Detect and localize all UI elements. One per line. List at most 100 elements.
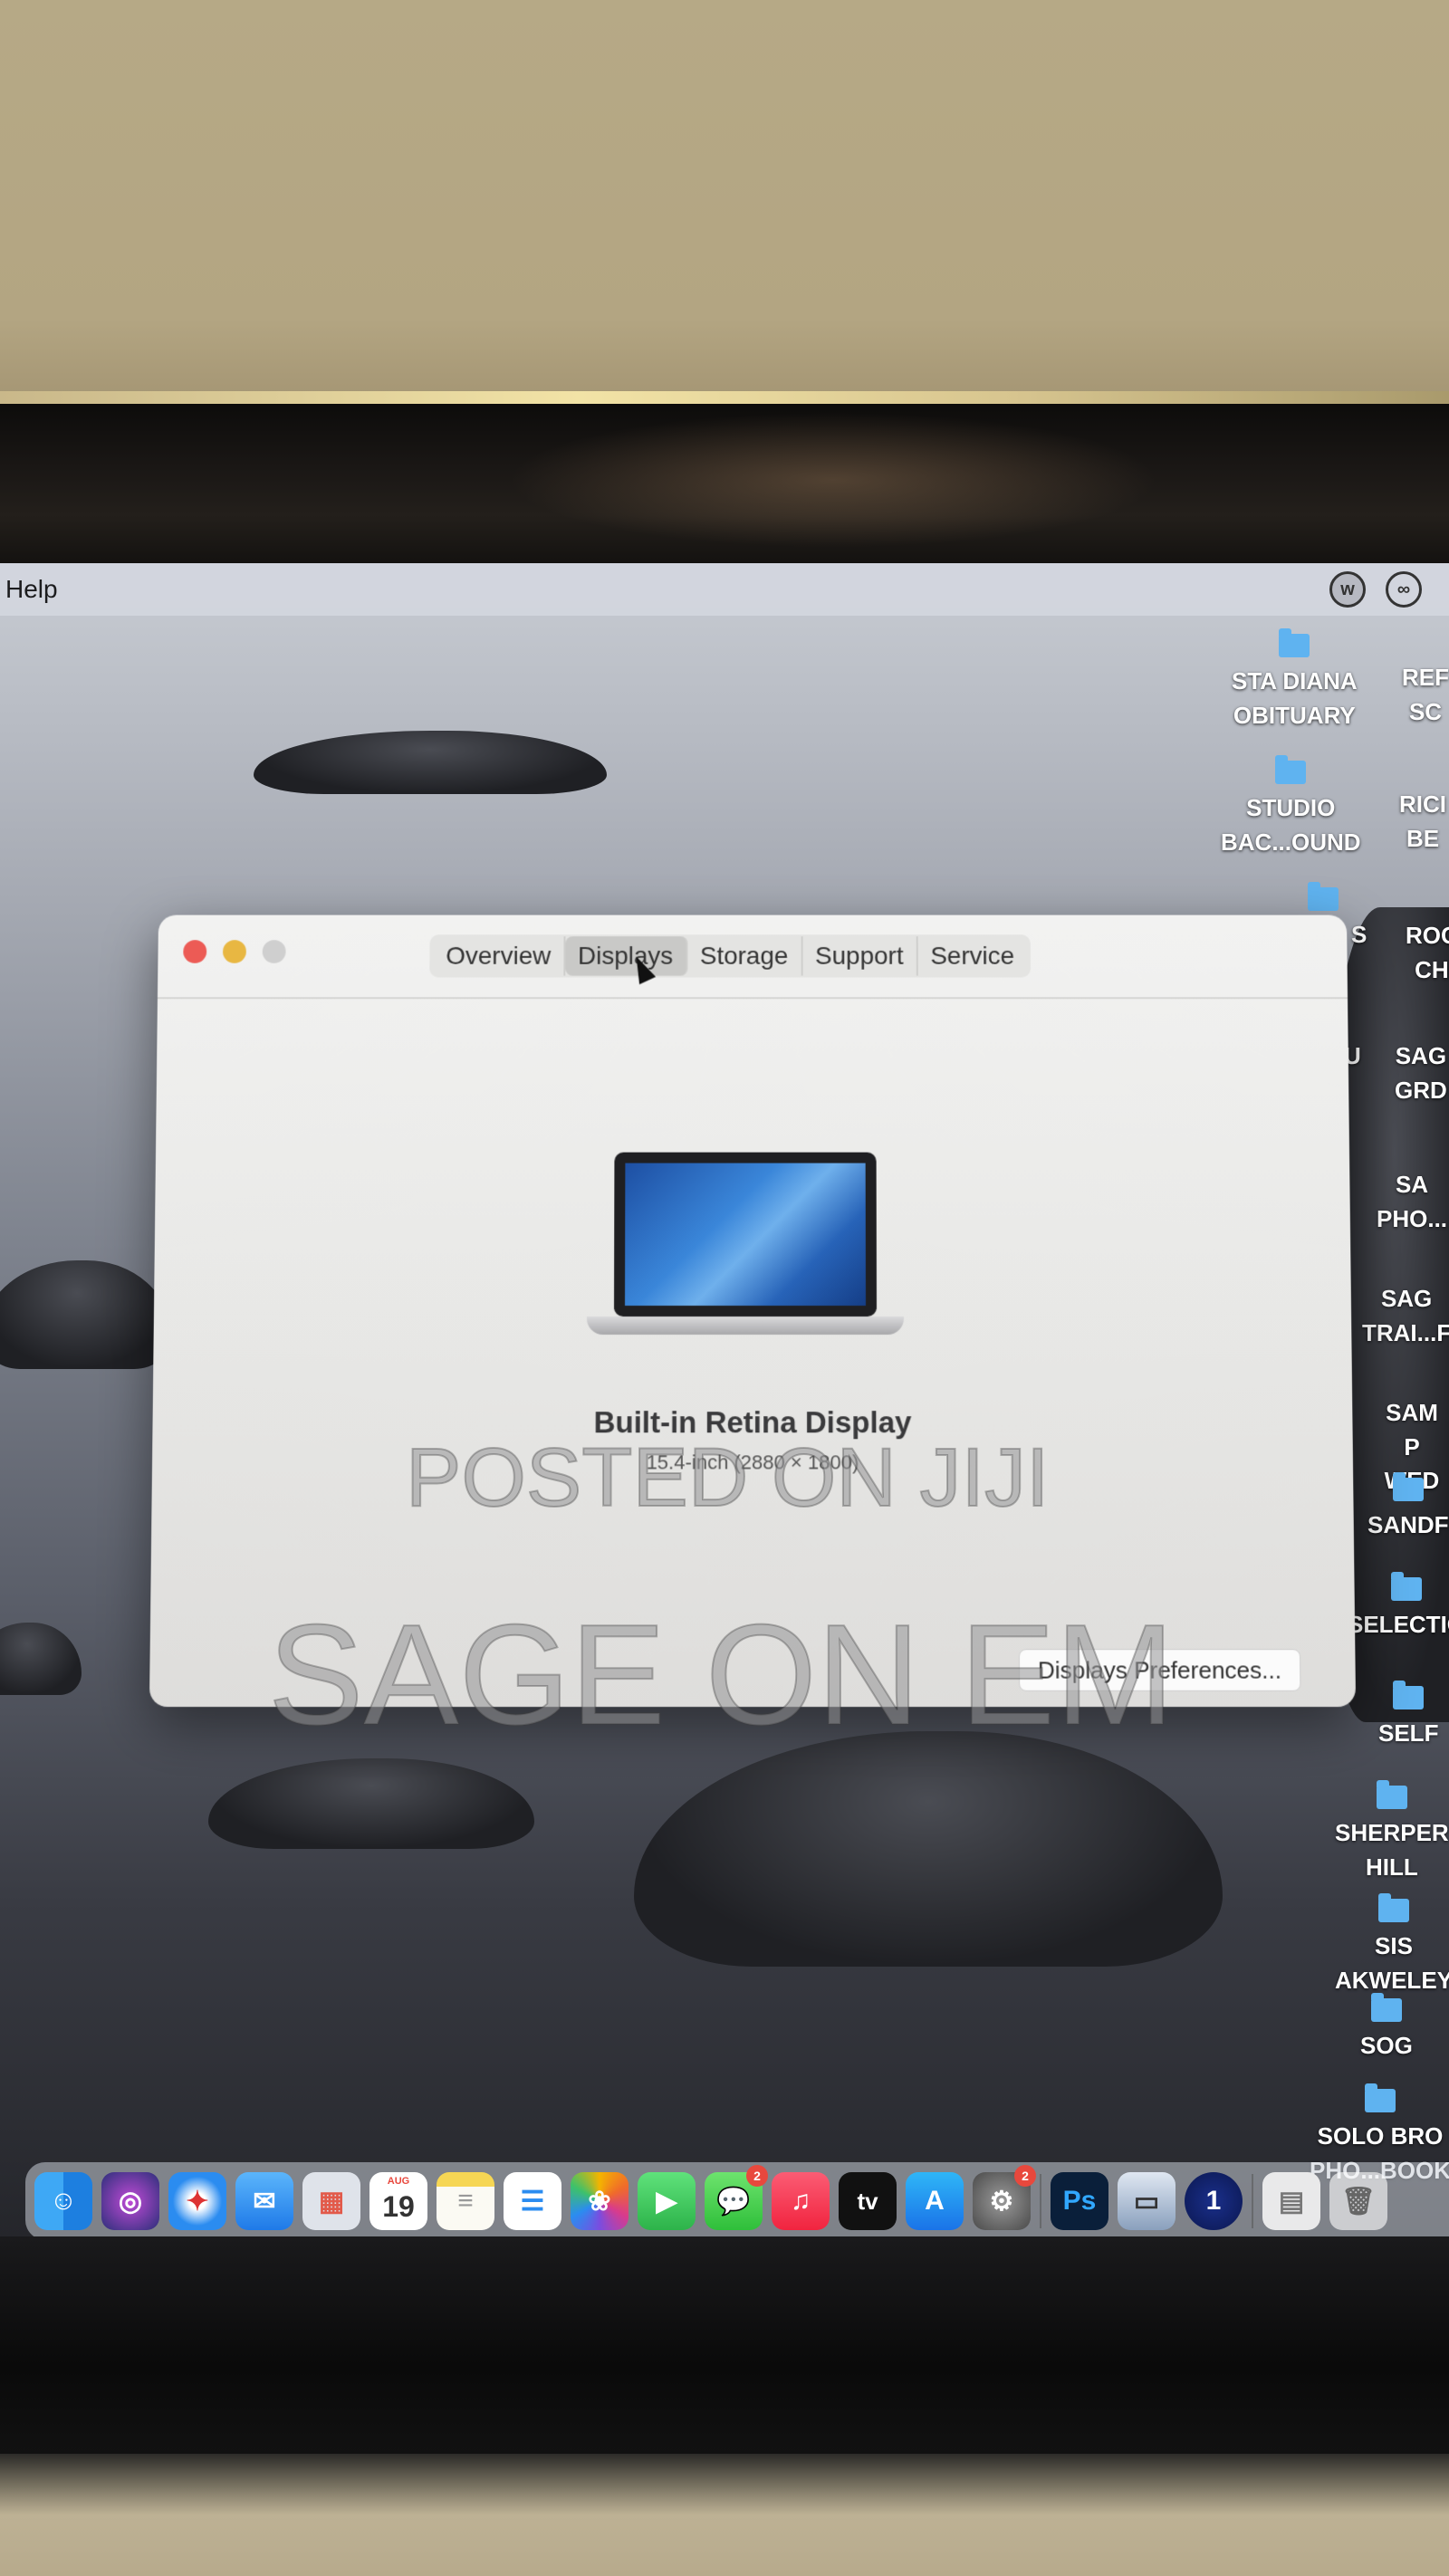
wallpaper-rock [0, 1623, 82, 1695]
tab-storage[interactable]: Storage [687, 936, 802, 975]
folder-icon [1393, 1478, 1424, 1501]
wallpaper-rock [208, 1758, 534, 1849]
desktop-folder[interactable]: SIS AKWELEY [1335, 1899, 1449, 1997]
laptop-lid-edge [0, 391, 1449, 404]
folder-icon [1377, 1786, 1407, 1809]
reminders-icon[interactable]: ☰ [504, 2172, 561, 2230]
wallpaper-rock [254, 731, 607, 794]
laptop-wallpaper [625, 1164, 866, 1306]
laptop-lid [614, 1153, 877, 1317]
tab-displays[interactable]: Displays [565, 936, 687, 975]
menu-help[interactable]: Help [5, 575, 58, 604]
trash-icon[interactable]: 🗑 [1329, 2172, 1387, 2230]
notes-icon[interactable]: ≡ [437, 2172, 494, 2230]
finder-icon[interactable]: ☺ [34, 2172, 92, 2230]
folder-label: S [1351, 918, 1367, 953]
folder-label: SAG TRAI...F [1362, 1282, 1449, 1350]
laptop-base [587, 1317, 904, 1335]
folder-icon [1378, 1899, 1409, 1922]
launchpad-icon[interactable]: ▦ [302, 2172, 360, 2230]
folder-label: SELF [1378, 1717, 1438, 1751]
watermark-sage-on-em: SAGE ON EM [268, 1594, 1175, 1757]
macbook-illustration [587, 1153, 904, 1346]
folder-icon [1279, 634, 1310, 657]
desktop-folder[interactable]: SHERPER HILL [1335, 1786, 1449, 1884]
siri-icon[interactable]: ◎ [101, 2172, 159, 2230]
close-button[interactable] [183, 940, 206, 963]
settings-badge: 2 [1014, 2165, 1036, 2187]
folder-label: SAG GRD [1395, 1039, 1447, 1107]
creative-cloud-icon[interactable]: ∞ [1386, 571, 1422, 608]
tab-service[interactable]: Service [917, 936, 1027, 975]
menu-bar: Help w ∞ [0, 563, 1449, 616]
menu-status-area: w ∞ [1329, 563, 1449, 616]
onepassword-label: 1 [1206, 2186, 1222, 2217]
window-titlebar: Overview Displays Storage Support Servic… [158, 915, 1348, 1000]
tab-bar: Overview Displays Storage Support Servic… [429, 934, 1031, 977]
folder-label: SOG [1360, 2029, 1413, 2064]
about-this-mac-window: Overview Displays Storage Support Servic… [149, 915, 1356, 1708]
folder-label: SHERPER HILL [1335, 1816, 1449, 1884]
calendar-month: AUG [388, 2176, 409, 2187]
wallpaper-rock [0, 1260, 172, 1369]
messages-icon[interactable]: 💬 2 [705, 2172, 763, 2230]
folder-icon [1365, 2089, 1396, 2112]
folder-label: SELECTIO [1348, 1608, 1449, 1642]
desktop-folder[interactable]: ROC CH [1406, 912, 1449, 987]
zoom-button[interactable] [263, 940, 286, 963]
facetime-icon[interactable]: ▶ [638, 2172, 696, 2230]
watermark-posted-on-jiji: POSTED ON JIJI [406, 1431, 1050, 1526]
desktop-folder[interactable]: SELECTIO [1348, 1577, 1449, 1642]
desktop-folder[interactable]: REF SC [1402, 654, 1449, 729]
photoshop-icon[interactable]: Ps [1051, 2172, 1108, 2230]
folder-icon [1308, 887, 1339, 911]
desktop-folder[interactable]: SELF [1378, 1686, 1438, 1751]
app-store-icon[interactable]: A [906, 2172, 964, 2230]
tab-support[interactable]: Support [802, 936, 917, 975]
onepassword-icon[interactable]: 1 [1185, 2172, 1243, 2230]
desktop-folder[interactable]: STUDIO BAC...OUND [1221, 761, 1361, 859]
dock-separator [1252, 2174, 1253, 2228]
folder-label: RICI BE [1399, 788, 1446, 856]
desktop-folder[interactable]: SANDF [1367, 1478, 1449, 1543]
photos-icon[interactable]: ❀ [571, 2172, 629, 2230]
folder-label: REF SC [1402, 661, 1449, 729]
folder-icon [1393, 1686, 1424, 1709]
w-icon[interactable]: w [1329, 571, 1366, 608]
desktop-folder[interactable]: RICI BE [1399, 780, 1446, 856]
dock: ☺ ◎ ✦ ✉ ▦ AUG 19 ≡ ☰ ❀ ▶ 💬 2 ♫ tv A ⚙ 2 … [25, 2162, 1449, 2236]
downloads-stack-icon[interactable]: ▤ [1262, 2172, 1320, 2230]
desktop-folder[interactable]: SOG [1360, 1998, 1413, 2064]
folder-icon [1371, 1998, 1402, 2022]
desktop-folder[interactable]: SA PHO... [1377, 1161, 1447, 1236]
dock-separator [1040, 2174, 1041, 2228]
folder-label: SIS AKWELEY [1335, 1930, 1449, 1997]
system-preferences-icon[interactable]: ⚙ 2 [973, 2172, 1031, 2230]
minimize-button[interactable] [223, 940, 246, 963]
background-wall [0, 0, 1449, 398]
folder-icon [1275, 761, 1306, 784]
calendar-icon[interactable]: AUG 19 [369, 2172, 427, 2230]
folder-label: STA DIANA OBITUARY [1232, 665, 1358, 733]
music-icon[interactable]: ♫ [772, 2172, 830, 2230]
bezel-reflection [507, 412, 1159, 548]
folder-label: ROC CH [1406, 919, 1449, 987]
desktop-folder[interactable]: SAG TRAI...F [1362, 1275, 1449, 1350]
preview-icon[interactable]: ▭ [1118, 2172, 1176, 2230]
mac-screen: Help w ∞ STA DIANA OBITUARY REF SC STUDI… [0, 563, 1449, 2236]
folder-label: SANDF [1367, 1508, 1449, 1543]
desktop-folder[interactable]: SAG GRD [1395, 1032, 1447, 1107]
folder-label: STUDIO BAC...OUND [1221, 791, 1361, 859]
folder-label: SA PHO... [1377, 1168, 1447, 1236]
apple-tv-icon[interactable]: tv [839, 2172, 897, 2230]
mail-icon[interactable]: ✉ [235, 2172, 293, 2230]
desktop-folder[interactable]: STA DIANA OBITUARY [1232, 634, 1358, 733]
photoshop-label: Ps [1063, 2186, 1097, 2217]
desk-surface [0, 2454, 1449, 2576]
safari-icon[interactable]: ✦ [168, 2172, 226, 2230]
tab-overview[interactable]: Overview [433, 936, 565, 975]
messages-badge: 2 [746, 2165, 768, 2187]
apple-tv-label: tv [857, 2188, 878, 2216]
laptop-chin [0, 2236, 1449, 2454]
folder-icon [1391, 1577, 1422, 1601]
